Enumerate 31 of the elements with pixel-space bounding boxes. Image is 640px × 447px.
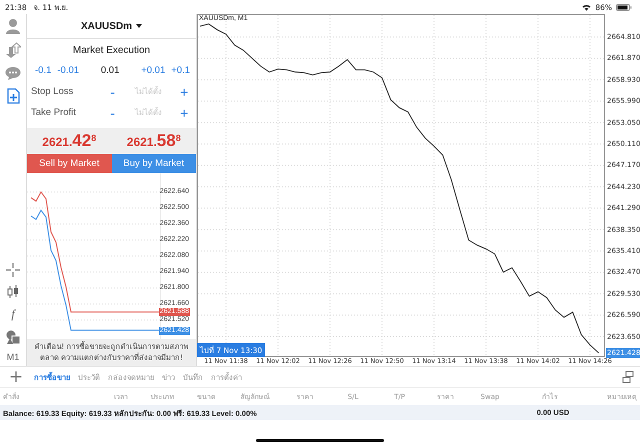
decrease-button[interactable]: -: [106, 104, 118, 120]
battery-icon: [616, 4, 632, 10]
candlestick-icon[interactable]: [6, 285, 20, 299]
volume-step-link[interactable]: -0.1: [35, 64, 52, 76]
symbol-selector[interactable]: XAUUSDm: [27, 14, 196, 39]
level-label: Stop Loss: [31, 86, 74, 97]
chat-icon[interactable]: [5, 66, 21, 80]
volume-step-link[interactable]: -0.01: [57, 64, 80, 76]
crosshair-icon[interactable]: [6, 263, 20, 277]
buy-button[interactable]: Buy by Market: [112, 154, 196, 173]
shapes-icon[interactable]: [6, 330, 20, 344]
sell-button[interactable]: Sell by Market: [27, 154, 112, 173]
arrows-icon[interactable]: [5, 42, 21, 58]
new-document-icon[interactable]: [6, 88, 20, 104]
increase-button[interactable]: +: [178, 84, 190, 100]
execution-type[interactable]: Market Execution: [27, 45, 196, 59]
volume-step-link[interactable]: +0.01: [141, 64, 166, 76]
sell-price: 2621.42$^{8}$: [42, 131, 96, 151]
tool-label[interactable]: M1: [6, 352, 20, 362]
buy-price: 2621.58$^{8}$: [126, 131, 181, 151]
increase-button[interactable]: +: [178, 104, 190, 120]
volume-value[interactable]: 0.01: [85, 64, 136, 76]
volume-step-link[interactable]: +0.1: [171, 64, 190, 76]
wifi-icon: [582, 4, 592, 10]
decrease-button[interactable]: -: [106, 84, 118, 100]
caret-icon: [136, 24, 142, 28]
split-view-icon[interactable]: [622, 371, 634, 383]
add-button[interactable]: +: [6, 369, 26, 385]
tool-label[interactable]: f: [11, 307, 15, 322]
account-icon[interactable]: [5, 18, 21, 34]
level-label: Take Profit: [31, 107, 77, 118]
